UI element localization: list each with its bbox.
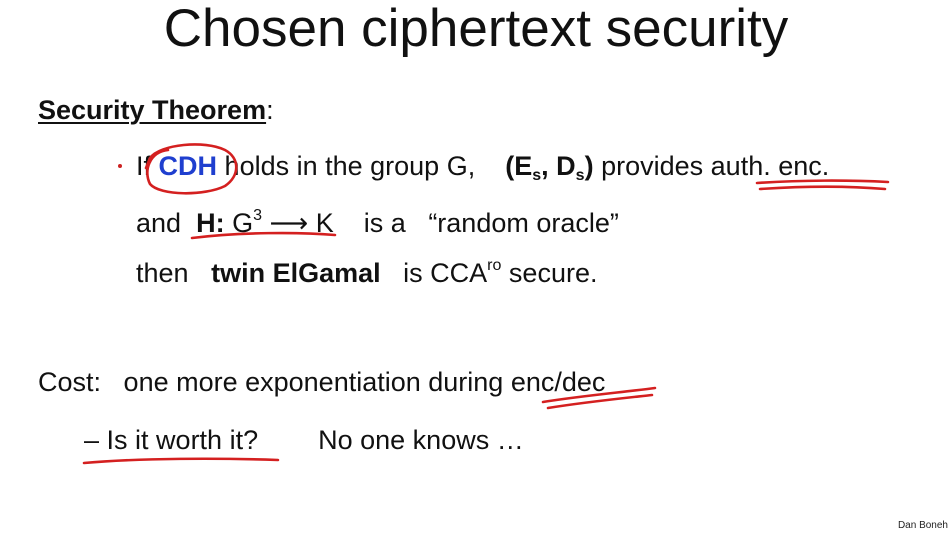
- g-superscript: 3: [253, 207, 263, 224]
- h-label: H:: [196, 208, 225, 238]
- cca-superscript: ro: [487, 257, 502, 274]
- es-label: (E: [505, 151, 533, 181]
- worth-it-underline: [82, 457, 280, 465]
- holds-text: holds in the group G,: [224, 151, 476, 181]
- cost-text: one more exponentiation during: [123, 367, 504, 397]
- ds-label: , D: [541, 151, 576, 181]
- cost-line: Cost: one more exponentiation during enc…: [38, 364, 605, 400]
- worth-it-question: Is it worth it?: [106, 425, 259, 455]
- cca-label: CCA: [430, 258, 488, 288]
- cca-term: CCAro: [430, 257, 502, 288]
- random-oracle-text: “random oracle”: [428, 208, 619, 238]
- g-label: G: [232, 208, 254, 238]
- twin-elgamal: twin ElGamal: [211, 258, 381, 288]
- theorem-line-3: then twin ElGamal is CCAro secure.: [136, 248, 597, 291]
- secure-text: secure.: [508, 258, 598, 288]
- bullet-dash: –: [84, 425, 100, 455]
- if-word: If: [136, 151, 152, 181]
- is-word: is: [403, 258, 423, 288]
- theorem-line-1: If CDH holds in the group G, (Es, Ds) pr…: [136, 148, 829, 194]
- then-word: then: [136, 258, 189, 288]
- theorem-heading-label: Security Theorem: [38, 95, 267, 125]
- cost-label: Cost:: [38, 367, 102, 397]
- es-ds-pair: (Es, Ds): [505, 151, 594, 184]
- author-credit: Dan Boneh: [897, 520, 948, 531]
- worth-it-bullet: – Is it worth it? No one knows …: [84, 422, 524, 458]
- cdh-term: CDH: [158, 151, 218, 181]
- no-one-knows: No one knows …: [318, 425, 524, 455]
- arrow-k: ⟶ K: [269, 208, 334, 238]
- theorem-heading-colon: :: [266, 95, 274, 125]
- theorem-line-2: and H: G3 ⟶ K is a “random oracle”: [136, 198, 619, 241]
- and-word: and: [136, 208, 182, 238]
- enc-dec-term: enc/dec: [510, 367, 606, 397]
- es-subscript: s: [532, 167, 542, 184]
- ds-subscript: s: [575, 167, 585, 184]
- g-term: G3: [232, 207, 263, 238]
- provides-text: provides: [601, 151, 704, 181]
- is-a-text: is a: [363, 208, 406, 238]
- auth-enc-term: auth. enc.: [710, 151, 830, 181]
- pointer-dot: [118, 164, 122, 168]
- close-paren: ): [584, 151, 594, 181]
- theorem-heading: Security Theorem:: [38, 92, 274, 128]
- slide-title: Chosen ciphertext security: [163, 0, 789, 58]
